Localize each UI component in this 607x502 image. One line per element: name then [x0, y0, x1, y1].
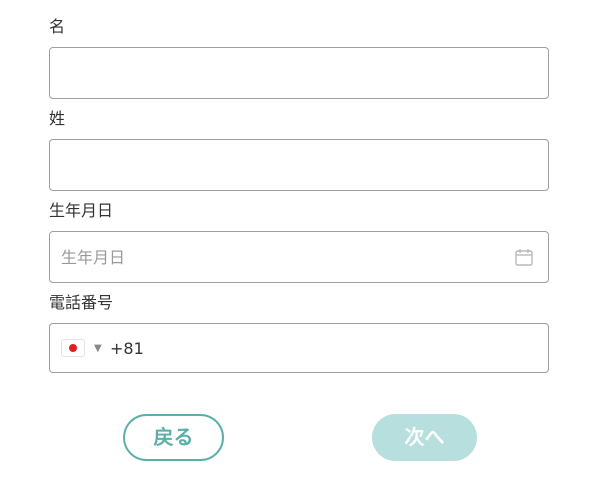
birthdate-input[interactable] [50, 232, 548, 282]
flag-sun [69, 344, 77, 352]
back-button[interactable]: 戻る [123, 414, 224, 461]
first-name-field[interactable] [49, 47, 549, 99]
birthdate-field[interactable] [49, 231, 549, 283]
japan-flag-icon[interactable] [62, 340, 84, 356]
last-name-field[interactable] [49, 139, 549, 191]
first-name-input[interactable] [50, 48, 548, 98]
last-name-input[interactable] [50, 140, 548, 190]
first-name-label: 名 [49, 17, 66, 36]
phone-input[interactable] [110, 324, 548, 372]
last-name-label: 姓 [49, 109, 66, 128]
country-dropdown-caret-icon[interactable]: ▼ [94, 341, 102, 357]
birthdate-label: 生年月日 [49, 201, 114, 220]
phone-label: 電話番号 [49, 293, 114, 312]
phone-field[interactable]: ▼ [49, 323, 549, 373]
calendar-icon[interactable] [514, 247, 534, 267]
next-button[interactable]: 次へ [372, 414, 477, 461]
phone-input-wrapper [110, 324, 548, 372]
